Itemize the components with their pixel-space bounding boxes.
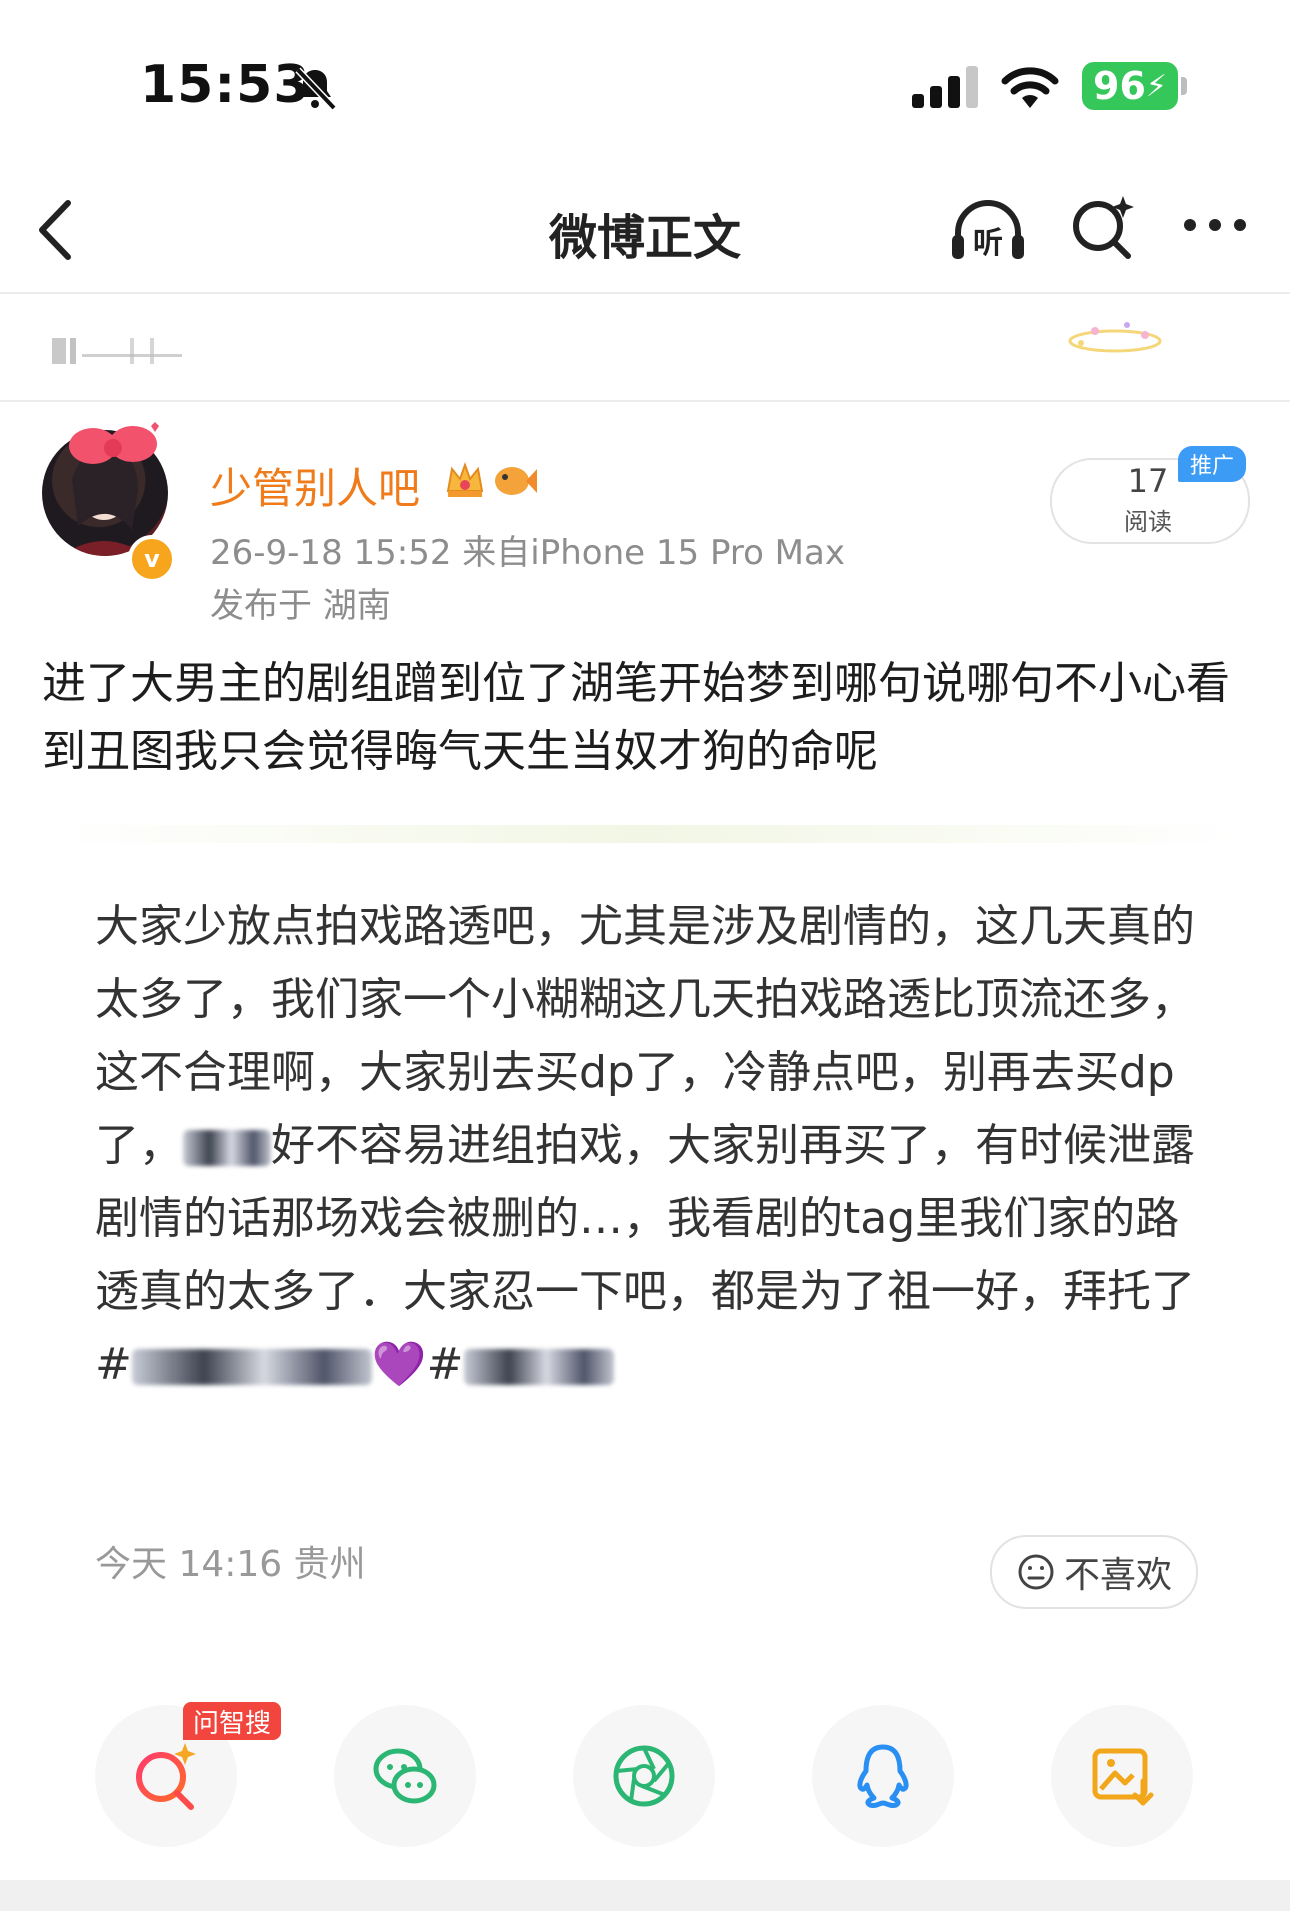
headphones-icon: 听 xyxy=(952,200,1024,261)
bottom-strip xyxy=(0,1880,1290,1911)
save-image-button[interactable] xyxy=(1051,1705,1193,1847)
moments-aperture-icon xyxy=(613,1745,675,1807)
blurred-tag-2 xyxy=(463,1349,614,1385)
neutral-face-icon xyxy=(1018,1554,1054,1590)
post-meta: 26-9-18 15:52 来自iPhone 15 Pro Max xyxy=(210,533,845,573)
ai-search-icon xyxy=(136,1743,196,1810)
embed-top-glow xyxy=(50,825,1240,843)
blurred-tag-1 xyxy=(131,1349,372,1385)
promo-badge[interactable]: 推广 xyxy=(1178,446,1246,482)
more-options-icon[interactable] xyxy=(1180,210,1250,240)
charging-bolt-icon: ⚡ xyxy=(1145,68,1167,104)
qq-penguin-icon xyxy=(857,1744,909,1809)
sparkle-decoration-icon xyxy=(1068,322,1162,353)
silent-bell-icon xyxy=(295,67,337,111)
wechat-icon xyxy=(373,1748,437,1804)
fish-badge-icon xyxy=(495,467,537,495)
battery-tip xyxy=(1181,77,1187,95)
nav-divider xyxy=(0,292,1290,294)
blurred-name-1 xyxy=(183,1130,271,1166)
embed-body: 大家少放点拍戏路透吧，尤其是涉及剧情的，这几天真的太多了，我们家一个小糊糊这几天… xyxy=(95,890,1195,1401)
hash-mark: # xyxy=(426,1339,464,1390)
search-icon[interactable] xyxy=(1068,192,1138,262)
save-image-icon xyxy=(1092,1748,1154,1806)
cellular-signal-icon xyxy=(912,66,978,108)
post-location: 发布于 湖南 xyxy=(210,586,391,626)
listen-label: 听 xyxy=(973,226,1003,261)
wifi-icon xyxy=(1001,67,1059,108)
battery-level: 96 xyxy=(1093,64,1146,108)
dislike-label: 不喜欢 xyxy=(1063,1555,1172,1596)
verified-badge: v xyxy=(128,535,176,583)
qq-share-button[interactable] xyxy=(812,1705,954,1847)
battery-indicator: 96 ⚡ xyxy=(1082,62,1178,110)
status-time: 15:53 xyxy=(140,55,311,115)
purple-heart-icon: 💜 xyxy=(371,1339,427,1390)
embed-meta: 今天 14:16 贵州 xyxy=(95,1544,366,1585)
crown-badge-icon xyxy=(446,462,484,497)
wechat-share-button[interactable] xyxy=(334,1705,476,1847)
bow-decoration-icon xyxy=(69,422,159,464)
username[interactable]: 少管别人吧 xyxy=(210,455,420,516)
post-body: 进了大男主的剧组蹭到位了湖笔开始梦到哪句说哪句不小心看到丑图我只会觉得晦气天生当… xyxy=(42,658,1230,777)
moments-share-button[interactable] xyxy=(573,1705,715,1847)
reads-label: 阅读 xyxy=(1124,508,1172,536)
ai-search-badge: 问智搜 xyxy=(183,1702,282,1740)
dislike-button[interactable]: 不喜欢 xyxy=(990,1535,1198,1609)
listen-button[interactable]: 听 xyxy=(948,195,1028,265)
blurred-banner-text xyxy=(52,338,182,364)
banner-divider xyxy=(0,400,1290,402)
